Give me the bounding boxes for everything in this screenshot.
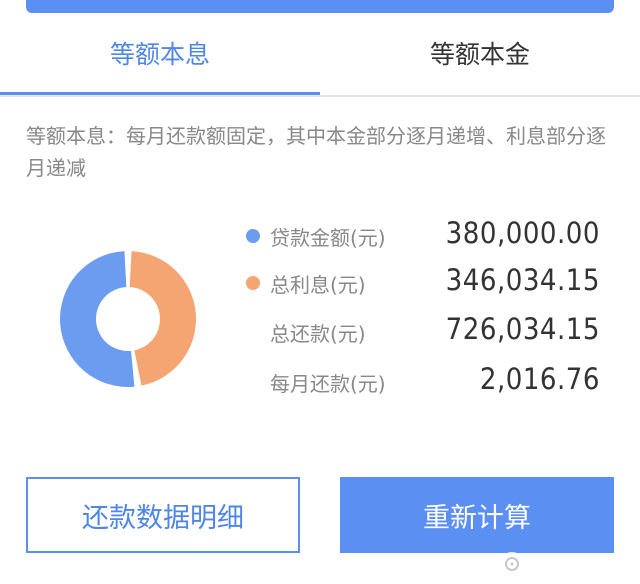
total-repayment-label: 总还款(元) <box>270 322 366 346</box>
summary-row-monthly-payment: 每月还款(元) 2,016.76 <box>246 362 600 402</box>
watermark-text: 悟空问答 <box>530 554 607 577</box>
total-repayment-value: 726,034.15 <box>445 312 600 346</box>
active-tab-indicator <box>0 92 320 95</box>
summary-row-total-interest: 总利息(元) 346,034.15 <box>246 263 600 303</box>
monthly-payment-value: 2,016.76 <box>479 362 600 396</box>
loan-amount-label: 贷款金额(元) <box>270 226 386 250</box>
method-description: 等额本息：每月还款额固定，其中本金部分逐月递增、利息部分逐月递减 <box>26 124 606 180</box>
summary-row-loan-amount: 贷款金额(元) 380,000.00 <box>246 216 600 256</box>
summary-row-total-repayment: 总还款(元) 726,034.15 <box>246 312 600 352</box>
top-header-bar <box>26 0 614 13</box>
recalculate-button[interactable]: 重新计算 <box>340 477 614 553</box>
donut-segment-principal <box>59 251 135 387</box>
donut-segment-interest <box>129 251 197 386</box>
repayment-detail-button[interactable]: 还款数据明细 <box>26 477 300 553</box>
loan-donut-chart <box>59 251 197 387</box>
total-interest-value: 346,034.15 <box>445 263 600 297</box>
tab-equal-installment[interactable]: 等额本息 <box>0 13 320 93</box>
repayment-type-tabs: 等额本息 等额本金 <box>0 13 640 97</box>
monthly-payment-label: 每月还款(元) <box>270 372 386 396</box>
loan-amount-value: 380,000.00 <box>445 216 600 250</box>
loan-amount-legend-dot <box>246 229 260 243</box>
chat-bubble-icon <box>500 552 524 576</box>
chat-bubble-icon-glyph <box>505 557 519 571</box>
total-interest-label: 总利息(元) <box>270 273 366 297</box>
tab-equal-principal[interactable]: 等额本金 <box>320 13 640 93</box>
total-interest-legend-dot <box>246 276 260 290</box>
watermark: 悟空问答 <box>500 548 606 580</box>
